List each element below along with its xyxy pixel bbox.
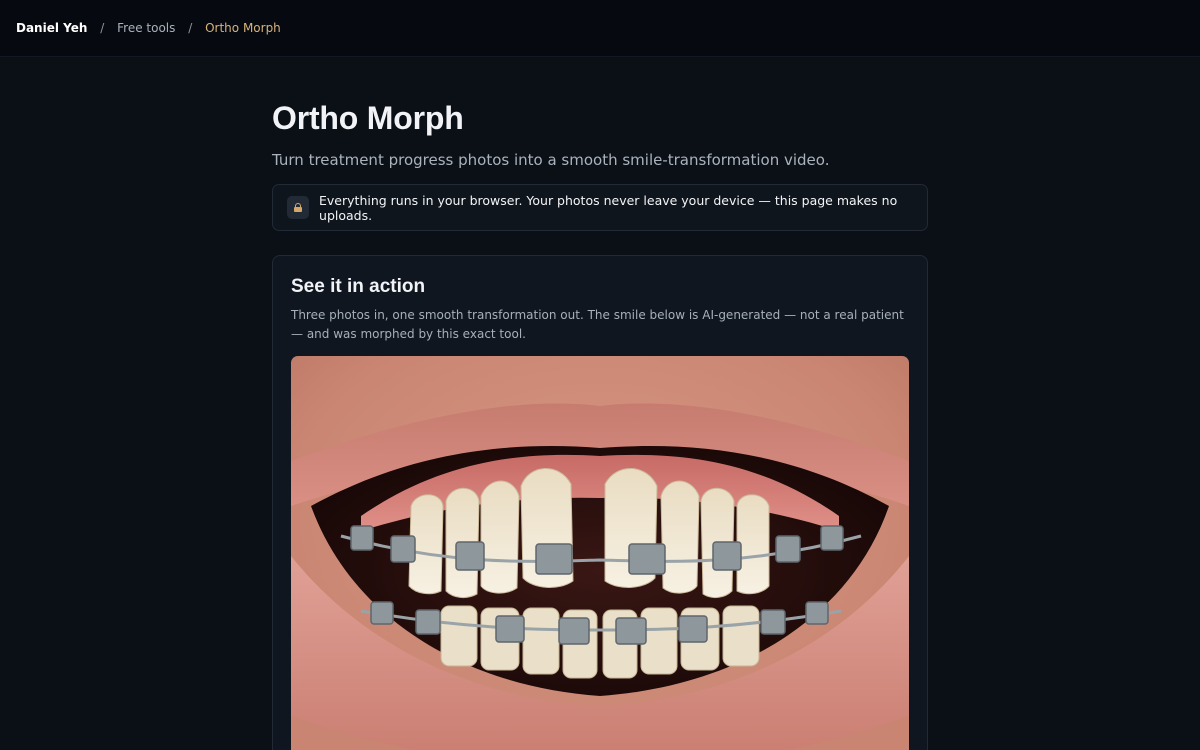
- page-title: Ortho Morph: [272, 100, 464, 136]
- breadcrumb: Daniel Yeh / Free tools / Ortho Morph: [16, 21, 281, 35]
- breadcrumb-separator: /: [188, 21, 193, 35]
- breadcrumb-current-page: Ortho Morph: [205, 21, 281, 35]
- demo-smile-image: [291, 356, 909, 750]
- demo-title: See it in action: [291, 276, 426, 297]
- breadcrumb-separator: /: [100, 21, 105, 35]
- lock-icon: [287, 196, 310, 219]
- page-subtitle: Turn treatment progress photos into a sm…: [272, 151, 830, 169]
- top-nav-bar: Daniel Yeh / Free tools / Ortho Morph: [0, 0, 1200, 57]
- privacy-notice: Everything runs in your browser. Your ph…: [272, 184, 928, 231]
- demo-description: Three photos in, one smooth transformati…: [291, 308, 904, 341]
- breadcrumb-free-tools-link[interactable]: Free tools: [117, 21, 175, 35]
- breadcrumb-home-link[interactable]: Daniel Yeh: [16, 21, 87, 35]
- demo-card: See it in action Three photos in, one sm…: [272, 255, 928, 750]
- privacy-notice-text: Everything runs in your browser. Your ph…: [319, 192, 898, 223]
- main-content: Ortho Morph Turn treatment progress phot…: [272, 57, 928, 750]
